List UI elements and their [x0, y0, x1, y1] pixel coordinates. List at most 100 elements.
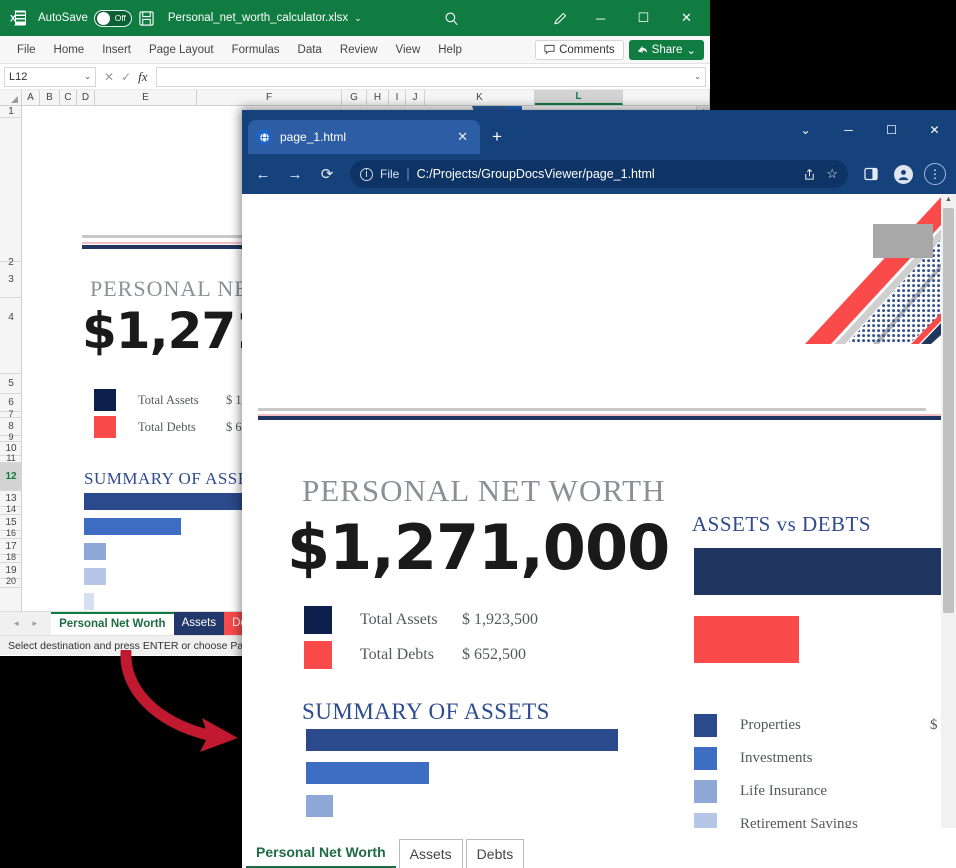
row-header-12[interactable]: 12	[0, 463, 22, 491]
legend-swatch-investments	[694, 747, 717, 770]
page-scroll-up-arrow[interactable]: ▲	[941, 196, 956, 203]
row-header-16[interactable]: 16	[0, 531, 22, 539]
row-header-2[interactable]: 2	[0, 118, 22, 262]
column-header-d[interactable]: D	[77, 90, 95, 105]
ribbon-tab-insert[interactable]: Insert	[93, 40, 140, 60]
bar-life-insurance	[84, 543, 106, 560]
autosave-state: Off	[115, 14, 126, 23]
minimize-button[interactable]: ─	[579, 0, 622, 36]
browser-minimize-button[interactable]: ─	[827, 110, 870, 150]
browser-tab-page-1[interactable]: page_1.html ✕	[248, 120, 480, 154]
document-title[interactable]: Personal_net_worth_calculator.xlsx	[168, 12, 348, 24]
ribbon-tab-formulas[interactable]: Formulas	[223, 40, 289, 60]
row-header-3[interactable]: 3	[0, 262, 22, 298]
profile-icon[interactable]	[888, 159, 918, 189]
reload-button[interactable]: ⟳	[312, 159, 342, 189]
address-bar[interactable]: i File | C:/Projects/GroupDocsViewer/pag…	[350, 160, 848, 188]
column-header-h[interactable]: H	[367, 90, 389, 105]
column-header-i[interactable]: I	[389, 90, 406, 105]
document-title-chevron-icon[interactable]: ⌄	[354, 13, 362, 24]
page-total-debts-swatch	[304, 641, 332, 669]
ribbon-tab-data[interactable]: Data	[289, 40, 331, 60]
column-header-a[interactable]: A	[22, 90, 40, 105]
column-headers: A B C D E F G H I J K L	[0, 90, 710, 106]
comments-label: Comments	[559, 44, 615, 56]
row-header-20[interactable]: 20	[0, 579, 22, 588]
column-header-j[interactable]: J	[406, 90, 425, 105]
name-box-chevron-icon[interactable]: ⌄	[84, 72, 91, 81]
page-summary-heading: SUMMARY OF ASSETS	[302, 699, 550, 725]
name-box[interactable]: L12 ⌄	[4, 67, 96, 87]
report-header-decoration	[697, 194, 942, 344]
maximize-button[interactable]: ☐	[622, 0, 665, 36]
formula-expand-chevron-icon[interactable]: ⌄	[694, 72, 701, 81]
formula-input[interactable]: ⌄	[156, 67, 706, 87]
insert-function-icon[interactable]: fx	[138, 69, 147, 85]
share-chevron-icon[interactable]: ⌄	[686, 43, 696, 57]
close-button[interactable]: ✕	[665, 0, 708, 36]
legend-item-life-insurance: Life Insurance	[694, 775, 950, 808]
page-total-assets-swatch	[304, 606, 332, 634]
page-vertical-scroll-thumb[interactable]	[943, 208, 954, 613]
forward-button[interactable]: →	[280, 159, 310, 189]
autosave-toggle-knob	[97, 12, 110, 25]
formula-cancel-icon[interactable]: ✕	[104, 70, 114, 84]
url-text: C:/Projects/GroupDocsViewer/page_1.html	[417, 167, 655, 181]
column-header-c[interactable]: C	[60, 90, 77, 105]
tab-search-button[interactable]: ⌄	[784, 110, 827, 150]
autosave-toggle[interactable]: Off	[94, 10, 132, 27]
row-header-5[interactable]: 5	[0, 374, 22, 394]
browser-menu-button[interactable]: ⋮	[920, 159, 950, 189]
total-assets-label: Total Assets	[138, 393, 226, 408]
total-debts-label: Total Debts	[138, 420, 226, 435]
column-header-g[interactable]: G	[342, 90, 367, 105]
page-vertical-scrollbar[interactable]: ▲ ▼	[941, 194, 956, 854]
formula-confirm-icon[interactable]: ✓	[121, 70, 131, 84]
pen-icon[interactable]	[541, 0, 579, 36]
column-header-k[interactable]: K	[425, 90, 535, 105]
excel-sheet-tab-assets[interactable]: Assets	[174, 612, 225, 635]
assets-vs-debts-chart	[694, 548, 944, 663]
sheet-nav-prev-icon[interactable]: ◂	[14, 618, 19, 629]
back-button[interactable]: ←	[248, 159, 278, 189]
comments-button[interactable]: Comments	[535, 40, 624, 60]
select-all-corner[interactable]	[0, 90, 22, 105]
annotation-arrow-icon	[90, 650, 250, 770]
viewer-tab-debts[interactable]: Debts	[466, 839, 525, 868]
close-icon[interactable]: ✕	[453, 129, 472, 145]
row-header-14[interactable]: 14	[0, 507, 22, 515]
column-header-b[interactable]: B	[40, 90, 60, 105]
sheet-nav-next-icon[interactable]: ▸	[33, 618, 38, 629]
row-header-4[interactable]: 4	[0, 298, 22, 374]
column-header-f[interactable]: F	[197, 90, 342, 105]
share-button[interactable]: Share ⌄	[629, 40, 704, 60]
ribbon-tab-file[interactable]: File	[8, 40, 45, 60]
viewer-tab-assets[interactable]: Assets	[399, 839, 463, 868]
column-header-e[interactable]: E	[95, 90, 197, 105]
share-icon[interactable]	[803, 168, 816, 181]
page-total-debts-label: Total Debts	[360, 646, 462, 664]
excel-sheet-tab-personal-net-worth[interactable]: Personal Net Worth	[51, 612, 174, 635]
row-header-11[interactable]: 11	[0, 456, 22, 463]
side-panel-icon[interactable]	[856, 159, 886, 189]
ribbon-tab-help[interactable]: Help	[429, 40, 471, 60]
new-tab-button[interactable]: +	[480, 120, 514, 154]
assets-vs-debts-heading: ASSETS vs DEBTS	[692, 512, 871, 537]
autosave-label: AutoSave	[38, 12, 88, 24]
row-header-18[interactable]: 18	[0, 555, 22, 563]
ribbon-tab-view[interactable]: View	[387, 40, 430, 60]
ribbon-tab-review[interactable]: Review	[331, 40, 387, 60]
bookmark-star-icon[interactable]: ☆	[826, 166, 838, 182]
browser-maximize-button[interactable]: ☐	[870, 110, 913, 150]
viewer-tab-personal-net-worth[interactable]: Personal Net Worth	[246, 838, 396, 868]
ribbon-tab-page-layout[interactable]: Page Layout	[140, 40, 223, 60]
row-header-1[interactable]: 1	[0, 106, 22, 118]
ribbon-tab-home[interactable]: Home	[45, 40, 94, 60]
column-header-l[interactable]: L	[535, 90, 623, 105]
save-icon[interactable]	[132, 0, 162, 36]
excel-search[interactable]	[362, 11, 541, 26]
browser-close-button[interactable]: ✕	[913, 110, 956, 150]
site-info-icon[interactable]: i	[360, 168, 373, 181]
page-total-assets-value: $ 1,923,500	[462, 611, 538, 629]
page-bar-properties	[306, 729, 618, 751]
